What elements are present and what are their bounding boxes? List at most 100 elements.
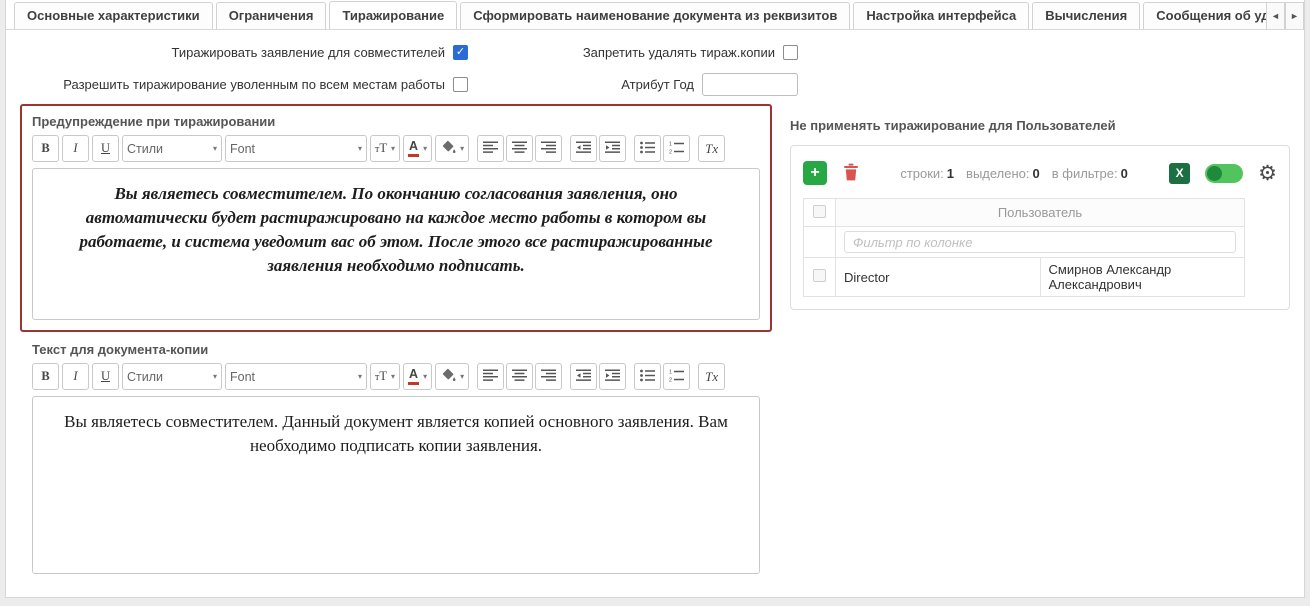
bullet-list-icon: [640, 141, 655, 157]
outdent-button[interactable]: [570, 363, 597, 390]
tabs-scroll-area: Основные характеристики Ограничения Тира…: [14, 1, 1304, 29]
replicate-for-parttimers-checkbox[interactable]: [453, 45, 468, 60]
tab-interface-settings[interactable]: Настройка интерфейса: [853, 2, 1029, 29]
copy-editor-section: Текст для документа-копии B I U Стили▾ F…: [20, 332, 772, 586]
highlight-color-dropdown[interactable]: ▾: [435, 363, 469, 390]
clear-formatting-button[interactable]: Tx: [698, 135, 725, 162]
paint-bucket-icon: [440, 368, 456, 385]
document-type-settings-page: Основные характеристики Ограничения Тира…: [5, 0, 1305, 598]
indent-button[interactable]: [599, 135, 626, 162]
copy-editor-content[interactable]: Вы являетесь совместителем. Данный докум…: [32, 396, 760, 574]
indent-button[interactable]: [599, 363, 626, 390]
tab-document-name[interactable]: Сформировать наименование документа из р…: [460, 2, 850, 29]
underline-button[interactable]: U: [92, 135, 119, 162]
select-all-checkbox[interactable]: [813, 205, 826, 218]
options-row-1: Тиражировать заявление для совместителей…: [6, 36, 1304, 68]
align-left-button[interactable]: [477, 363, 504, 390]
align-right-button[interactable]: [535, 135, 562, 162]
align-right-icon: [541, 369, 556, 385]
replicate-for-parttimers-label: Тиражировать заявление для совместителей: [171, 45, 445, 60]
editors-column: Предупреждение при тиражировании B I U С…: [20, 104, 772, 586]
chevron-down-icon: ▾: [423, 372, 427, 381]
chevron-down-icon: ▾: [213, 372, 217, 381]
bullet-list-button[interactable]: [634, 135, 661, 162]
user-login-cell: Director: [836, 258, 1041, 297]
text-color-dropdown[interactable]: A▾: [403, 135, 432, 162]
highlight-color-dropdown[interactable]: ▾: [435, 135, 469, 162]
font-size-dropdown[interactable]: тТ▾: [370, 135, 400, 162]
chevron-down-icon: ▾: [391, 372, 395, 381]
svg-text:1: 1: [669, 369, 672, 375]
users-table: Пользователь Director Смирнов Александр …: [803, 198, 1245, 297]
allow-for-dismissed-checkbox[interactable]: [453, 77, 468, 92]
clear-formatting-button[interactable]: Tx: [698, 363, 725, 390]
paint-bucket-icon: [440, 140, 456, 157]
row-checkbox[interactable]: [813, 269, 826, 282]
font-dropdown[interactable]: Font▾: [225, 135, 367, 162]
bullet-list-icon: [640, 369, 655, 385]
tab-main-characteristics[interactable]: Основные характеристики: [14, 2, 213, 29]
users-panel: Не применять тиражирование для Пользоват…: [790, 104, 1290, 586]
chevron-down-icon: ▾: [460, 144, 464, 153]
main-content: Предупреждение при тиражировании B I U С…: [6, 102, 1304, 586]
users-panel-title: Не применять тиражирование для Пользоват…: [790, 118, 1290, 133]
align-center-icon: [512, 369, 527, 385]
tabs-scroll-left-button[interactable]: ◄: [1266, 2, 1285, 29]
numbered-list-icon: 12: [669, 369, 684, 385]
bullet-list-button[interactable]: [634, 363, 661, 390]
align-center-button[interactable]: [506, 135, 533, 162]
gear-icon[interactable]: ⚙: [1258, 163, 1277, 184]
chevron-down-icon: ▾: [358, 372, 362, 381]
year-attribute-input[interactable]: [702, 73, 798, 96]
tab-calculations[interactable]: Вычисления: [1032, 2, 1140, 29]
tab-restrictions[interactable]: Ограничения: [216, 2, 327, 29]
forbid-delete-copies-checkbox[interactable]: [783, 45, 798, 60]
align-right-icon: [541, 141, 556, 157]
column-filter-input[interactable]: [844, 231, 1236, 253]
svg-text:2: 2: [669, 377, 672, 382]
font-size-dropdown[interactable]: тТ▾: [370, 363, 400, 390]
year-attribute-label: Атрибут Год: [621, 77, 694, 92]
styles-dropdown[interactable]: Стили▾: [122, 135, 222, 162]
bold-button[interactable]: B: [32, 363, 59, 390]
tabs-scroll-right-button[interactable]: ►: [1285, 2, 1304, 29]
trash-icon: [843, 163, 859, 184]
outdent-icon: [576, 369, 591, 385]
svg-text:2: 2: [669, 149, 672, 154]
warning-editor-section: Предупреждение при тиражировании B I U С…: [20, 104, 772, 332]
align-left-button[interactable]: [477, 135, 504, 162]
outdent-button[interactable]: [570, 135, 597, 162]
align-left-icon: [483, 141, 498, 157]
grid-counters: строки:1 выделено:0 в фильтре:0: [900, 166, 1128, 181]
numbered-list-button[interactable]: 12: [663, 135, 690, 162]
italic-button[interactable]: I: [62, 363, 89, 390]
italic-button[interactable]: I: [62, 135, 89, 162]
tab-bar: Основные характеристики Ограничения Тира…: [6, 0, 1304, 30]
align-center-button[interactable]: [506, 363, 533, 390]
chevron-down-icon: ▾: [391, 144, 395, 153]
outdent-icon: [576, 141, 591, 157]
tab-replication[interactable]: Тиражирование: [329, 1, 457, 29]
users-table-header-row: Пользователь: [804, 199, 1245, 227]
tab-scroll-arrows: ◄ ►: [1266, 2, 1304, 29]
user-column-header[interactable]: Пользователь: [836, 199, 1245, 227]
bold-button[interactable]: B: [32, 135, 59, 162]
users-table-filter-row: [804, 227, 1245, 258]
text-color-dropdown[interactable]: A▾: [403, 363, 432, 390]
export-excel-button[interactable]: X: [1169, 163, 1190, 184]
users-grid-card: + строки:1 выделено:0 в фильтре:0 X ⚙: [790, 145, 1290, 310]
numbered-list-button[interactable]: 12: [663, 363, 690, 390]
selected-counter: выделено:0: [966, 166, 1040, 181]
text-color-icon: A: [408, 140, 419, 156]
filter-toggle[interactable]: [1205, 164, 1243, 183]
font-dropdown[interactable]: Font▾: [225, 363, 367, 390]
warning-editor-content[interactable]: Вы являетесь совместителем. По окончанию…: [32, 168, 760, 320]
add-user-button[interactable]: +: [803, 161, 827, 185]
underline-button[interactable]: U: [92, 363, 119, 390]
delete-user-button[interactable]: [843, 163, 859, 184]
align-right-button[interactable]: [535, 363, 562, 390]
copy-rte-toolbar: B I U Стили▾ Font▾ тТ▾ A▾ ▾: [32, 363, 760, 390]
styles-dropdown[interactable]: Стили▾: [122, 363, 222, 390]
rows-counter: строки:1: [900, 166, 954, 181]
chevron-down-icon: ▾: [358, 144, 362, 153]
